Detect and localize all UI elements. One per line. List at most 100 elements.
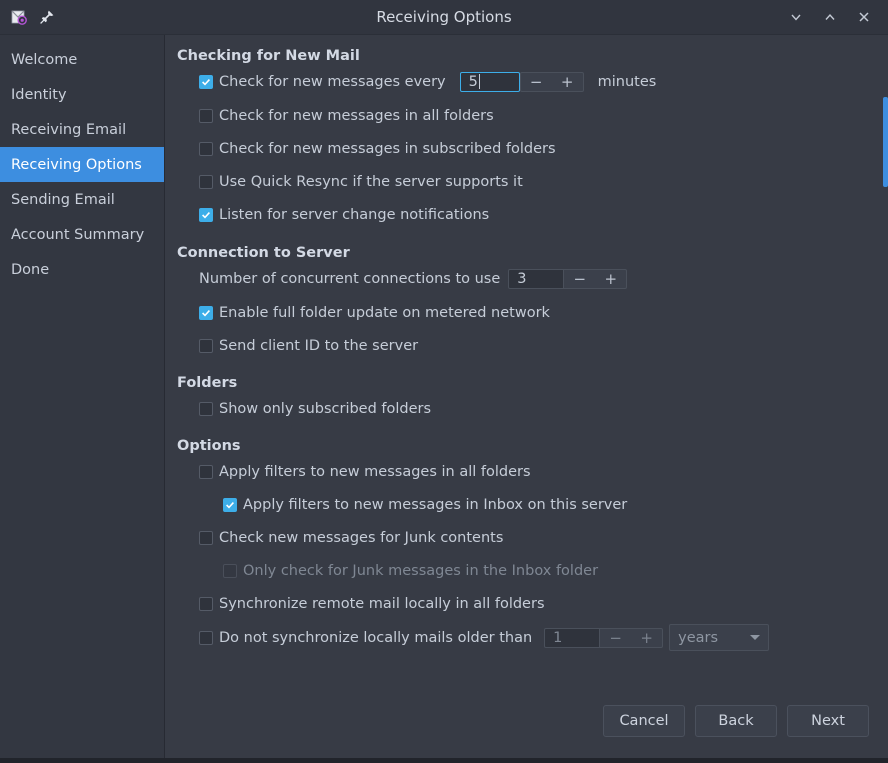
- row-check-every: Check for new messages every 5 − + minut…: [177, 69, 870, 94]
- section-header-connection: Connection to Server: [177, 245, 350, 261]
- spinner-concurrent-connections: 3 − +: [508, 268, 628, 289]
- input-concurrent-connections-value: 3: [517, 270, 527, 287]
- spinner-check-interval-buttons: − +: [519, 71, 584, 92]
- checkbox-filters-all-folders[interactable]: [199, 464, 213, 479]
- checkbox-sync-remote-mail[interactable]: [199, 596, 213, 611]
- row-send-client-id: Send client ID to the server: [177, 333, 870, 358]
- section-header-folders: Folders: [177, 375, 238, 391]
- receiving-options-dialog: Receiving Options Welcome Identity Recei…: [0, 0, 888, 763]
- sidebar-item-receiving-options[interactable]: Receiving Options: [0, 147, 164, 182]
- checkbox-listen-notifications[interactable]: [199, 207, 213, 222]
- increment-no-sync-button[interactable]: +: [631, 629, 662, 647]
- window-title: Receiving Options: [376, 8, 512, 26]
- increment-concurrent-button[interactable]: +: [595, 270, 626, 288]
- close-button[interactable]: [850, 4, 878, 30]
- spinner-no-sync-age: 1 − +: [544, 627, 664, 648]
- window-controls: [782, 4, 888, 30]
- label-minutes: minutes: [597, 73, 657, 90]
- wizard-sidebar: Welcome Identity Receiving Email Receivi…: [0, 35, 165, 763]
- sidebar-item-receiving-email[interactable]: Receiving Email: [0, 112, 164, 147]
- spinner-check-interval: 5 − +: [459, 71, 584, 92]
- row-junk-inbox-only: Only check for Junk messages in the Inbo…: [177, 558, 870, 583]
- sidebar-item-label: Welcome: [11, 51, 78, 68]
- row-show-subscribed-only: Show only subscribed folders: [177, 396, 870, 421]
- maximize-button[interactable]: [816, 4, 844, 30]
- mail-envelope-icon: [9, 7, 29, 27]
- spinner-no-sync-buttons: − +: [600, 627, 664, 648]
- checkbox-show-subscribed-only[interactable]: [199, 401, 213, 416]
- row-quick-resync: Use Quick Resync if the server supports …: [177, 169, 870, 194]
- label-check-every: Check for new messages every: [219, 73, 446, 90]
- row-check-subscribed-folders: Check for new messages in subscribed fol…: [177, 136, 870, 161]
- input-no-sync-age-value: 1: [553, 629, 563, 646]
- title-bar: Receiving Options: [0, 0, 888, 35]
- row-no-sync-older-than: Do not synchronize locally mails older t…: [177, 624, 870, 651]
- vertical-scrollbar[interactable]: [883, 35, 888, 763]
- label-filters-inbox: Apply filters to new messages in Inbox o…: [243, 496, 628, 513]
- input-concurrent-connections[interactable]: 3: [508, 268, 565, 289]
- decrement-no-sync-button[interactable]: −: [600, 629, 631, 647]
- label-concurrent-connections: Number of concurrent connections to use: [199, 270, 501, 287]
- label-show-subscribed-only: Show only subscribed folders: [219, 400, 432, 417]
- pin-icon[interactable]: [39, 9, 55, 25]
- label-no-sync-older-than: Do not synchronize locally mails older t…: [219, 629, 533, 646]
- sidebar-item-sending-email[interactable]: Sending Email: [0, 182, 164, 217]
- title-bar-left: [0, 7, 55, 27]
- minimize-button[interactable]: [782, 4, 810, 30]
- window-bottom-edge: [0, 758, 888, 763]
- row-metered-network: Enable full folder update on metered net…: [177, 300, 870, 325]
- row-listen-notifications: Listen for server change notifications: [177, 202, 870, 227]
- checkbox-check-every[interactable]: [199, 74, 213, 89]
- sidebar-item-label: Done: [11, 261, 50, 278]
- input-check-interval-value: 5: [468, 73, 478, 90]
- scrollbar-thumb[interactable]: [883, 97, 888, 187]
- dropdown-no-sync-unit-value: years: [678, 629, 719, 646]
- label-junk-check: Check new messages for Junk contents: [219, 529, 504, 546]
- checkbox-check-subscribed-folders[interactable]: [199, 141, 213, 156]
- dropdown-no-sync-unit[interactable]: years: [669, 624, 770, 651]
- back-button[interactable]: Back: [695, 705, 777, 737]
- checkbox-metered-network[interactable]: [199, 305, 213, 320]
- spinner-concurrent-buttons: − +: [564, 268, 628, 289]
- row-filters-all-folders: Apply filters to new messages in all fol…: [177, 459, 870, 484]
- settings-panel: Checking for New Mail Check for new mess…: [165, 35, 888, 763]
- label-listen-notifications: Listen for server change notifications: [219, 206, 490, 223]
- sidebar-item-label: Identity: [11, 86, 67, 103]
- label-check-all-folders: Check for new messages in all folders: [219, 107, 494, 124]
- increment-check-interval-button[interactable]: +: [552, 73, 583, 91]
- checkbox-send-client-id[interactable]: [199, 338, 213, 353]
- decrement-check-interval-button[interactable]: −: [521, 73, 552, 91]
- chevron-down-icon: [750, 635, 761, 640]
- row-concurrent-connections: Number of concurrent connections to use …: [177, 266, 870, 291]
- section-header-checking: Checking for New Mail: [177, 48, 360, 64]
- text-caret: [478, 74, 480, 89]
- row-filters-inbox: Apply filters to new messages in Inbox o…: [177, 492, 870, 517]
- row-junk-check: Check new messages for Junk contents: [177, 525, 870, 550]
- checkbox-no-sync-older-than[interactable]: [199, 630, 213, 645]
- label-quick-resync: Use Quick Resync if the server supports …: [219, 173, 523, 190]
- section-header-options: Options: [177, 438, 241, 454]
- row-sync-remote-mail: Synchronize remote mail locally in all f…: [177, 591, 870, 616]
- sidebar-item-label: Receiving Options: [11, 156, 142, 173]
- sidebar-item-welcome[interactable]: Welcome: [0, 42, 164, 77]
- cancel-button[interactable]: Cancel: [603, 705, 685, 737]
- input-no-sync-age[interactable]: 1: [544, 627, 601, 648]
- next-button[interactable]: Next: [787, 705, 869, 737]
- row-check-all-folders: Check for new messages in all folders: [177, 103, 870, 128]
- label-sync-remote-mail: Synchronize remote mail locally in all f…: [219, 595, 545, 612]
- checkbox-junk-check[interactable]: [199, 530, 213, 545]
- sidebar-item-account-summary[interactable]: Account Summary: [0, 217, 164, 252]
- label-send-client-id: Send client ID to the server: [219, 337, 419, 354]
- sidebar-item-done[interactable]: Done: [0, 252, 164, 287]
- input-check-interval[interactable]: 5: [459, 71, 520, 92]
- sidebar-item-label: Receiving Email: [11, 121, 127, 138]
- checkbox-check-all-folders[interactable]: [199, 108, 213, 123]
- sidebar-item-label: Account Summary: [11, 226, 145, 243]
- checkbox-junk-inbox-only: [223, 563, 237, 578]
- sidebar-item-identity[interactable]: Identity: [0, 77, 164, 112]
- decrement-concurrent-button[interactable]: −: [564, 270, 595, 288]
- label-metered-network: Enable full folder update on metered net…: [219, 304, 550, 321]
- label-junk-inbox-only: Only check for Junk messages in the Inbo…: [243, 562, 599, 579]
- checkbox-filters-inbox[interactable]: [223, 497, 237, 512]
- checkbox-quick-resync[interactable]: [199, 174, 213, 189]
